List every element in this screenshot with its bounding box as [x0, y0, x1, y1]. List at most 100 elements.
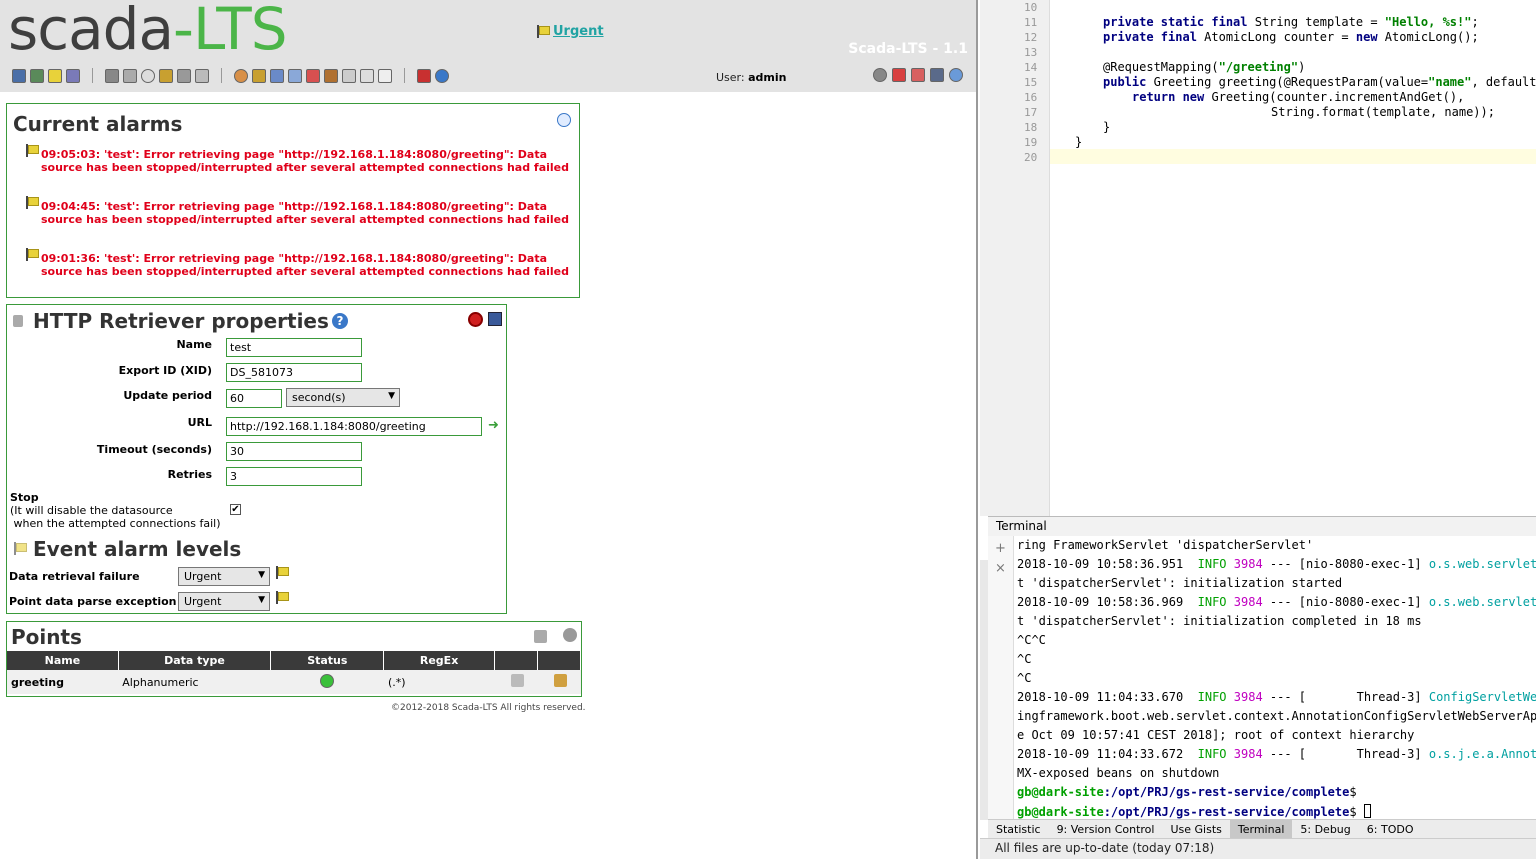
datasource-icon — [13, 315, 23, 327]
point-regex: (.*) — [383, 670, 495, 694]
update-period-field[interactable] — [226, 389, 282, 408]
urgent-flag-icon — [276, 566, 289, 579]
edit-point-icon[interactable] — [554, 674, 568, 687]
urgent-link[interactable]: Urgent — [553, 24, 604, 39]
language-icon[interactable] — [949, 68, 963, 82]
alarm-flag-icon — [26, 196, 39, 209]
compound-events-icon[interactable] — [159, 68, 173, 83]
close-terminal-icon[interactable]: × — [988, 561, 1013, 576]
set-home-icon[interactable] — [911, 68, 925, 82]
terminal-cursor — [1363, 804, 1371, 818]
publishers-icon[interactable] — [306, 68, 320, 83]
xid-label: Export ID (XID) — [118, 364, 212, 377]
graphical-views-icon[interactable] — [30, 68, 44, 83]
stop-note: when the attempted connections fail) — [10, 517, 221, 530]
watch-list-icon[interactable] — [12, 68, 26, 83]
maintenance-icon[interactable] — [324, 68, 338, 83]
save-icon[interactable] — [488, 312, 502, 326]
event-levels-flag-icon — [14, 542, 27, 555]
bottom-tool-tabs: Statistic 9: Version Control Use Gists T… — [988, 819, 1536, 839]
users-icon[interactable] — [234, 68, 248, 83]
test-url-arrow-icon[interactable]: ➜ — [488, 418, 499, 433]
alarm-flag-icon — [26, 248, 39, 261]
alarm-flag-icon — [26, 144, 39, 157]
alarms-options-icon[interactable] — [557, 113, 571, 127]
event-level-select[interactable]: Urgent — [178, 592, 270, 611]
point-type: Alphanumeric — [118, 670, 271, 694]
url-field[interactable] — [226, 417, 482, 436]
point-links-icon[interactable] — [177, 68, 191, 83]
tab-version-control[interactable]: 9: Version Control — [1049, 823, 1163, 836]
point-hierarchy-icon[interactable] — [270, 68, 284, 83]
stop-note: (It will disable the datasource — [10, 504, 173, 517]
import-export-icon[interactable] — [378, 68, 392, 83]
toolbar-separator — [221, 68, 222, 83]
tab-debug[interactable]: 5: Debug — [1292, 823, 1358, 836]
urgent-flag-icon — [276, 591, 289, 604]
retries-field[interactable] — [226, 467, 362, 486]
stop-datasource-icon[interactable] — [468, 312, 483, 327]
mailing-lists-icon[interactable] — [288, 68, 302, 83]
tab-statistic[interactable]: Statistic — [988, 823, 1049, 836]
header: scada-LTS Urgent Scada-LTS - 1.1 User: a… — [0, 0, 976, 92]
tab-use-gists[interactable]: Use Gists — [1162, 823, 1229, 836]
timeout-field[interactable] — [226, 442, 362, 461]
terminal-sidebar: + × — [988, 536, 1014, 819]
point-settings-icon[interactable] — [563, 628, 577, 642]
table-header-row: Name Data type Status RegEx — [7, 651, 582, 670]
xid-field[interactable] — [226, 363, 362, 382]
event-handlers-icon[interactable] — [105, 68, 119, 83]
scheduled-events-icon[interactable] — [141, 68, 155, 83]
audio-icon[interactable] — [873, 68, 887, 82]
home-icon[interactable] — [892, 68, 906, 82]
update-period-label: Update period — [123, 389, 212, 402]
table-row[interactable]: greeting Alphanumeric (.*) — [7, 670, 581, 694]
data-sources-icon[interactable] — [123, 68, 137, 83]
urgent-alarm-indicator[interactable]: Urgent — [537, 24, 604, 39]
alarms-icon[interactable] — [48, 68, 62, 83]
point-name: greeting — [7, 670, 119, 694]
logout-icon[interactable] — [417, 68, 431, 83]
help-icon[interactable] — [435, 68, 449, 83]
alarm-item[interactable]: 09:01:36: 'test': Error retrieving page … — [26, 248, 574, 278]
name-field[interactable] — [226, 338, 362, 357]
toolbar-separator — [404, 68, 405, 83]
stop-checkbox[interactable]: ✔ — [230, 504, 241, 515]
system-settings-icon[interactable] — [342, 68, 356, 83]
retries-label: Retries — [167, 468, 212, 481]
add-point-icon[interactable] — [534, 630, 547, 643]
screen-icon[interactable] — [930, 68, 944, 82]
current-line-highlight — [1050, 149, 1536, 164]
tab-terminal[interactable]: Terminal — [1229, 819, 1293, 839]
user-info: User: admin — [716, 71, 787, 84]
event-label: Data retrieval failure — [9, 570, 140, 583]
toolbar-separator — [92, 68, 93, 83]
event-levels-title: Event alarm levels — [33, 537, 242, 561]
new-terminal-icon[interactable]: + — [988, 541, 1013, 556]
sql-icon[interactable] — [360, 68, 374, 83]
reports-icon[interactable] — [66, 68, 80, 83]
scada-browser-pane: scada-LTS Urgent Scada-LTS - 1.1 User: a… — [0, 0, 978, 859]
column-header: Status — [270, 651, 385, 670]
point-details-icon[interactable] — [511, 674, 525, 687]
properties-title: HTTP Retriever properties — [33, 309, 329, 333]
points-title: Points — [11, 625, 82, 649]
user-profiles-icon[interactable] — [252, 68, 266, 83]
alarm-item[interactable]: 09:04:45: 'test': Error retrieving page … — [26, 196, 574, 226]
column-header: Data type — [118, 651, 272, 670]
terminal-title: Terminal — [988, 516, 1536, 536]
scripts-icon[interactable] — [195, 68, 209, 83]
status-bar: All files are up-to-date (today 07:18) — [980, 838, 1536, 859]
stop-label: Stop — [10, 491, 39, 504]
event-level-select[interactable]: Urgent — [178, 567, 270, 586]
alarm-item[interactable]: 09:05:03: 'test': Error retrieving page … — [26, 144, 574, 174]
column-header: RegEx — [383, 651, 495, 670]
right-toolbar — [873, 68, 963, 82]
main-toolbar — [12, 68, 449, 83]
line-numbers: 10 11 12 13 14 15 16 17 18 19 20 — [1016, 0, 1050, 516]
tab-todo[interactable]: 6: TODO — [1359, 823, 1422, 836]
column-header: Name — [7, 651, 119, 670]
status-ok-icon[interactable] — [320, 673, 335, 688]
help-icon[interactable]: ? — [332, 313, 348, 329]
update-period-unit-select[interactable]: second(s) — [286, 388, 400, 407]
